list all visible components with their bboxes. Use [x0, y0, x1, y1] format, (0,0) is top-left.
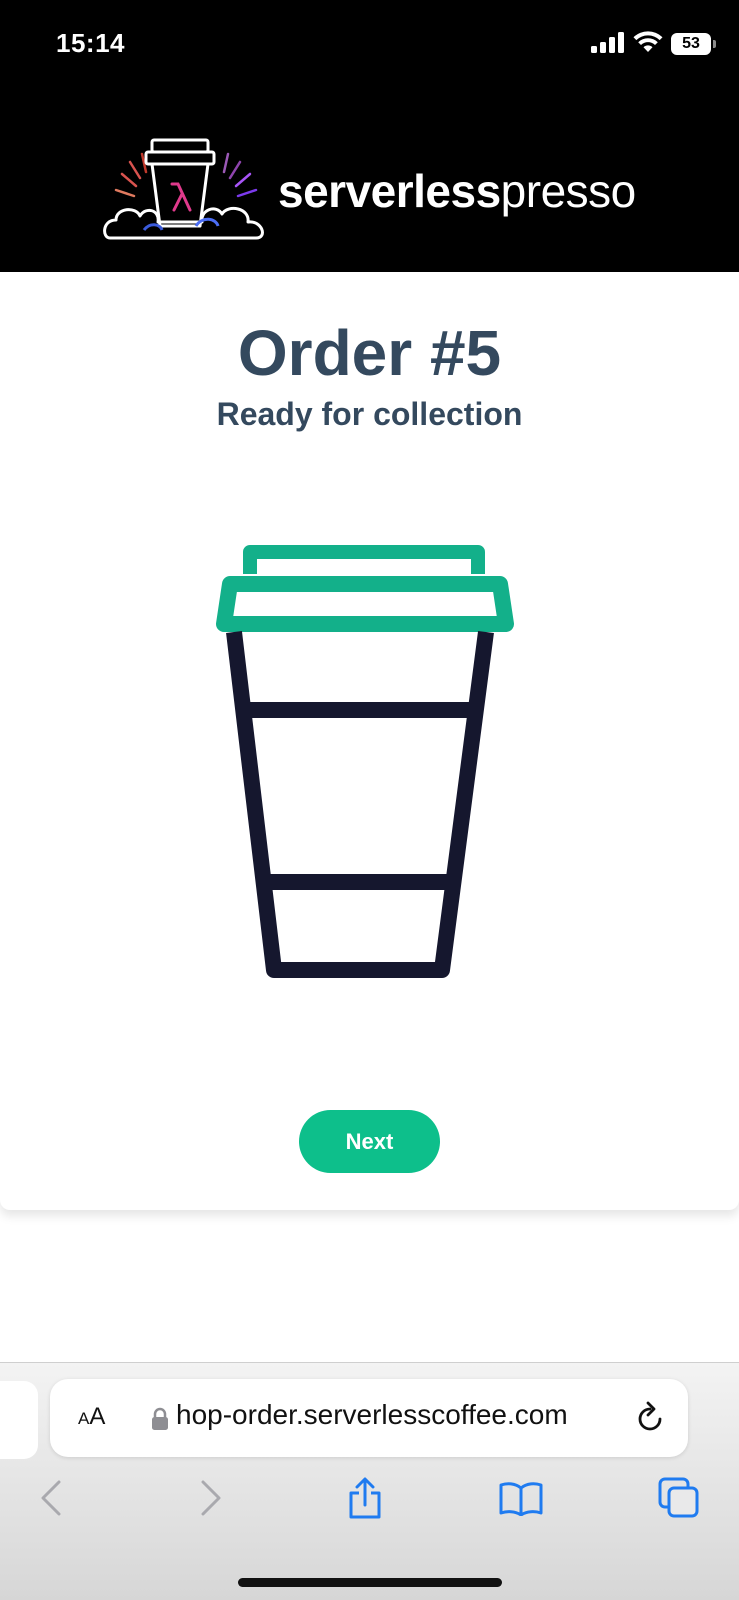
- serverlesspresso-logo: [103, 138, 264, 240]
- order-card: Order #5 Ready for collection Next: [0, 272, 739, 1210]
- header: 15:14 53 serverlesspresso: [0, 0, 739, 272]
- next-button[interactable]: Next: [299, 1110, 440, 1173]
- share-icon: [349, 1477, 381, 1519]
- bookmarks-button[interactable]: [496, 1473, 546, 1523]
- status-icons: 53: [591, 30, 716, 58]
- tabs-button[interactable]: [654, 1473, 704, 1523]
- url-text[interactable]: hop-order.serverlesscoffee.com: [176, 1399, 628, 1431]
- wifi-icon: [633, 30, 663, 58]
- cellular-signal-icon: [591, 31, 625, 58]
- forward-button[interactable]: [186, 1473, 236, 1523]
- previous-tab-peek[interactable]: [0, 1381, 38, 1459]
- lock-icon: [152, 1407, 168, 1430]
- text-size-small: A: [78, 1409, 90, 1428]
- address-bar[interactable]: AA hop-order.serverlesscoffee.com: [50, 1379, 688, 1457]
- bookmarks-icon: [499, 1482, 543, 1516]
- back-chevron-icon: [41, 1480, 61, 1516]
- brand-wordmark: serverlesspresso: [278, 164, 636, 218]
- forward-chevron-icon: [201, 1480, 221, 1516]
- app-screen: 15:14 53 serverlesspresso Order #5 Ready…: [0, 0, 739, 1600]
- back-button[interactable]: [26, 1473, 76, 1523]
- brand: serverlesspresso: [100, 134, 660, 252]
- reload-icon[interactable]: [634, 1401, 666, 1435]
- home-indicator: [238, 1578, 502, 1587]
- browser-toolbar: [0, 1473, 739, 1543]
- brand-bold: serverless: [278, 165, 501, 217]
- tabs-icon: [658, 1477, 699, 1518]
- brand-light: presso: [500, 165, 637, 217]
- coffee-cup-illustration: [216, 545, 514, 978]
- order-title: Order #5: [237, 317, 502, 389]
- share-button[interactable]: [340, 1473, 390, 1523]
- text-size-button[interactable]: AA: [78, 1403, 105, 1431]
- battery-icon: 53: [671, 33, 716, 55]
- status-time: 15:14: [56, 28, 125, 58]
- browser-chrome: AA hop-order.serverlesscoffee.com: [0, 1362, 739, 1600]
- text-size-large: A: [89, 1403, 106, 1430]
- order-status: Ready for collection: [216, 396, 523, 432]
